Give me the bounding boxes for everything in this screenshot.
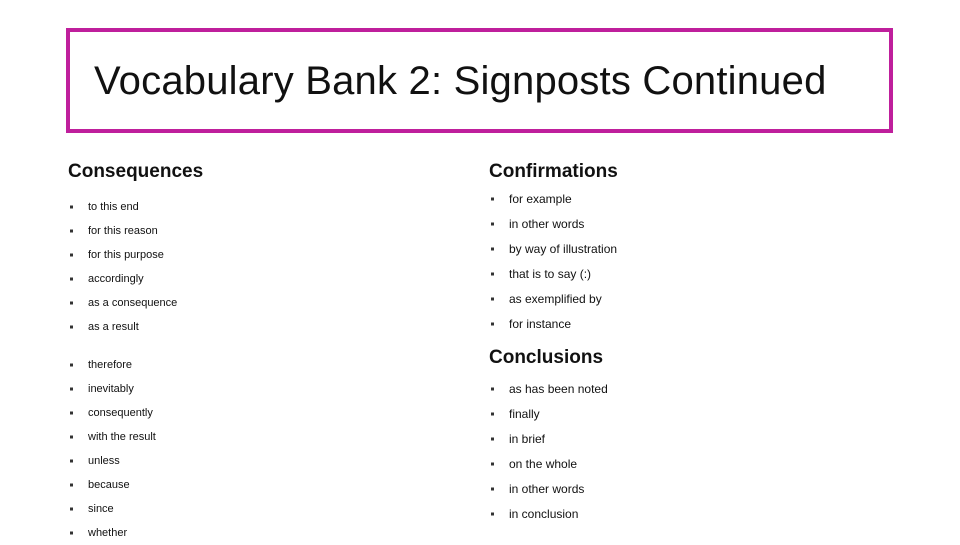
- list-item: in other words: [489, 477, 889, 502]
- list-item: as exemplified by: [489, 287, 889, 312]
- list-item-label: that is to say (:): [509, 266, 592, 281]
- square-bullet-icon: [491, 222, 494, 226]
- square-bullet-icon: [70, 435, 73, 439]
- list-item: for example: [489, 187, 889, 212]
- list-item: since: [68, 497, 468, 521]
- left-column: Consequences to this end for this reason…: [68, 160, 468, 545]
- list-item: therefore: [68, 353, 468, 377]
- list-item: for instance: [489, 312, 889, 337]
- list-item-label: for example: [509, 191, 572, 206]
- square-bullet-icon: [70, 387, 73, 391]
- list-item-label: as has been noted: [509, 381, 608, 396]
- list-item: in other words: [489, 212, 889, 237]
- square-bullet-icon: [70, 411, 73, 415]
- list-item: for this reason: [68, 219, 468, 243]
- square-bullet-icon: [491, 297, 494, 301]
- list-item: to this end: [68, 195, 468, 219]
- list-item-label: consequently: [88, 406, 153, 419]
- list-item-label: with the result: [88, 430, 156, 443]
- list-item: whether: [68, 521, 468, 545]
- list-item-label: unless: [88, 454, 120, 467]
- square-bullet-icon: [491, 462, 494, 466]
- list-item-label: for instance: [509, 316, 572, 331]
- list-item: as a result: [68, 315, 468, 339]
- square-bullet-icon: [70, 205, 73, 209]
- list-item-label: since: [88, 502, 114, 515]
- list-item-label: therefore: [88, 358, 133, 371]
- list-item: as has been noted: [489, 377, 889, 402]
- square-bullet-icon: [70, 483, 73, 487]
- list-item-label: whether: [88, 526, 128, 539]
- list-item: finally: [489, 402, 889, 427]
- square-bullet-icon: [491, 197, 494, 201]
- list-item-label: inevitably: [88, 382, 134, 395]
- bullet-list-conclusions: as has been noted finally in brief on th…: [489, 377, 889, 527]
- list-item: in conclusion: [489, 502, 889, 527]
- square-bullet-icon: [491, 412, 494, 416]
- list-item-label: as a consequence: [88, 296, 178, 309]
- square-bullet-icon: [491, 437, 494, 441]
- page-title: Vocabulary Bank 2: Signposts Continued: [94, 58, 827, 103]
- square-bullet-icon: [70, 301, 73, 305]
- square-bullet-icon: [70, 507, 73, 511]
- right-column: Confirmations for example in other words…: [489, 160, 889, 527]
- list-item: in brief: [489, 427, 889, 452]
- list-item: consequently: [68, 401, 468, 425]
- list-item-label: by way of illustration: [509, 241, 618, 256]
- square-bullet-icon: [491, 512, 494, 516]
- square-bullet-icon: [70, 459, 73, 463]
- list-item-label: in other words: [509, 481, 585, 496]
- list-item: that is to say (:): [489, 262, 889, 287]
- list-item: accordingly: [68, 267, 468, 291]
- list-item-label: finally: [509, 406, 540, 421]
- list-item-label: as a result: [88, 320, 139, 333]
- list-item: for this purpose: [68, 243, 468, 267]
- list-item-label: for this reason: [88, 224, 158, 237]
- list-item: by way of illustration: [489, 237, 889, 262]
- square-bullet-icon: [491, 272, 494, 276]
- list-item: inevitably: [68, 377, 468, 401]
- list-item: with the result: [68, 425, 468, 449]
- square-bullet-icon: [70, 531, 73, 535]
- square-bullet-icon: [70, 277, 73, 281]
- list-item: unless: [68, 449, 468, 473]
- list-item-label: for this purpose: [88, 248, 164, 261]
- section-heading-consequences: Consequences: [68, 161, 204, 182]
- list-item: as a consequence: [68, 291, 468, 315]
- title-box: Vocabulary Bank 2: Signposts Continued: [66, 28, 893, 133]
- bullet-list-consequences-group-1: to this end for this reason for this pur…: [68, 195, 468, 339]
- list-item-label: in brief: [509, 431, 546, 446]
- section-heading-conclusions: Conclusions: [489, 346, 604, 368]
- list-item: because: [68, 473, 468, 497]
- section-heading-confirmations: Confirmations: [489, 161, 618, 182]
- square-bullet-icon: [70, 229, 73, 233]
- square-bullet-icon: [70, 325, 73, 329]
- list-item-label: because: [88, 478, 130, 491]
- list-item-label: accordingly: [88, 272, 144, 285]
- list-item-label: as exemplified by: [509, 291, 602, 306]
- list-item-label: in conclusion: [509, 506, 579, 521]
- list-item-label: on the whole: [509, 456, 578, 471]
- square-bullet-icon: [70, 363, 73, 367]
- square-bullet-icon: [70, 253, 73, 257]
- bullet-list-confirmations: for example in other words by way of ill…: [489, 187, 889, 337]
- list-item: on the whole: [489, 452, 889, 477]
- square-bullet-icon: [491, 322, 494, 326]
- square-bullet-icon: [491, 387, 494, 391]
- list-item-label: to this end: [88, 200, 139, 213]
- list-item-label: in other words: [509, 216, 585, 231]
- slide-canvas: Vocabulary Bank 2: Signposts Continued C…: [0, 0, 960, 540]
- bullet-list-consequences-group-2: therefore inevitably consequently with t…: [68, 353, 468, 545]
- square-bullet-icon: [491, 247, 494, 251]
- square-bullet-icon: [491, 487, 494, 491]
